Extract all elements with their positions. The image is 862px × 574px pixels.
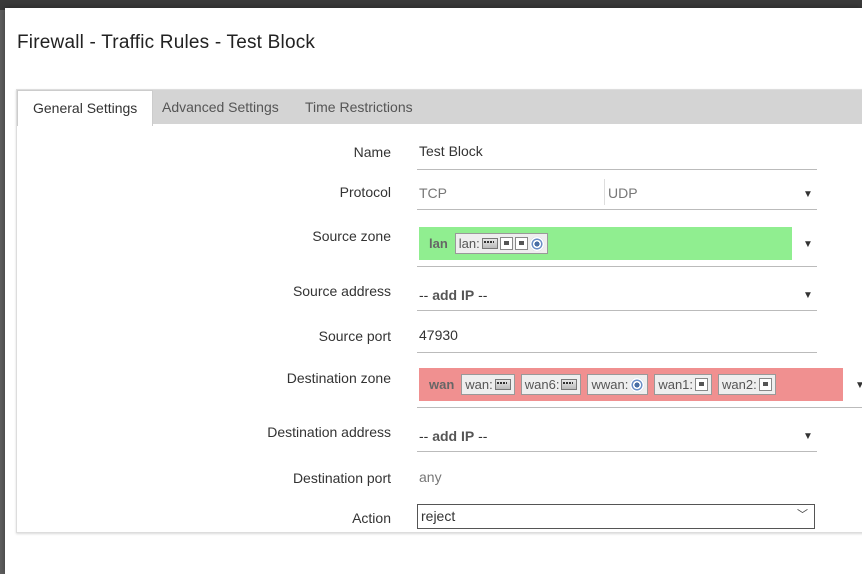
name-value: Test Block [419,143,483,159]
switch-icon [494,379,511,390]
source-port-label: Source port [318,328,391,344]
network-chip-wan2: wan2: [718,374,776,395]
destination-port-label: Destination port [292,470,391,486]
chevron-down-icon[interactable]: ▼ [803,290,813,301]
destination-zone-badge: wan wan: wan6: wwan: wan1: wan2: [419,368,843,401]
network-name: wan6: [524,377,560,392]
destination-zone-label: Destination zone [286,370,391,386]
chevron-down-icon[interactable]: ▼ [803,239,813,250]
chevron-down-icon[interactable]: ﹀ [797,504,808,527]
network-chip-lan: lan: [454,233,548,254]
network-chip-wan1: wan1: [654,374,713,395]
destination-address-select[interactable]: -- add IP -- ▼ [417,416,817,452]
action-value: reject [421,508,456,524]
ethernet-icon [758,378,772,391]
chevron-down-icon[interactable]: ▼ [855,380,862,391]
action-label: Action [352,510,391,526]
network-chip-wwan: wwan: [587,374,649,395]
ethernet-icon [695,378,709,391]
placeholder-suffix: -- [474,428,488,444]
source-port-input[interactable]: 47930 [417,320,817,353]
wifi-icon [529,236,544,251]
source-port-value: 47930 [419,327,458,343]
protocol-label: Protocol [339,184,391,200]
destination-port-input[interactable]: any [417,462,817,494]
protocol-separator [604,179,605,205]
tab-time-restrictions[interactable]: Time Restrictions [290,90,428,124]
settings-panel: General Settings Advanced Settings Time … [16,89,862,533]
ethernet-icon [514,237,528,250]
tab-advanced-settings[interactable]: Advanced Settings [147,90,294,124]
tab-bar: General Settings Advanced Settings Time … [17,89,862,126]
chevron-down-icon[interactable]: ▼ [803,431,813,442]
name-input[interactable]: Test Block [417,137,817,170]
network-name: wan2: [722,377,757,392]
rule-edit-dialog: Firewall - Traffic Rules - Test Block Ge… [5,8,862,574]
chevron-down-icon[interactable]: ▼ [803,189,813,200]
network-chip-wan6: wan6: [520,374,582,395]
action-select[interactable]: reject ﹀ [417,504,815,529]
source-address-select[interactable]: -- add IP -- ▼ [417,275,817,311]
name-label: Name [353,144,391,160]
network-name: wan: [465,377,493,392]
destination-address-placeholder: -- add IP -- [419,428,487,444]
network-name: wwan: [591,377,629,392]
network-chip-wan: wan: [461,374,515,395]
protocol-option-tcp[interactable]: TCP [419,185,447,201]
source-zone-select[interactable]: lan lan: ▼ [417,221,817,267]
placeholder-bold: add IP [432,428,475,444]
destination-address-label: Destination address [267,424,391,440]
source-address-label: Source address [292,283,391,299]
switch-icon [481,238,498,249]
destination-port-placeholder: any [419,469,442,485]
source-zone-name: lan [429,236,448,251]
destination-zone-select[interactable]: wan wan: wan6: wwan: wan1: wan2: ▼ [417,362,862,408]
wifi-icon [630,377,645,392]
protocol-select[interactable]: TCP UDP ▼ [417,177,817,210]
protocol-option-udp[interactable]: UDP [608,185,638,201]
source-address-placeholder: -- add IP -- [419,287,487,303]
placeholder-prefix: -- [419,287,433,303]
source-zone-badge: lan lan: [419,227,792,260]
ethernet-icon [499,237,513,250]
tab-general-settings[interactable]: General Settings [17,90,154,126]
network-name: wan1: [658,377,694,392]
source-zone-label: Source zone [312,228,391,244]
dialog-title: Firewall - Traffic Rules - Test Block [17,32,316,53]
placeholder-bold: add IP [432,287,475,303]
network-name: lan: [458,236,480,251]
placeholder-prefix: -- [419,428,433,444]
destination-zone-name: wan [429,377,455,392]
switch-icon [561,379,578,390]
placeholder-suffix: -- [474,287,488,303]
